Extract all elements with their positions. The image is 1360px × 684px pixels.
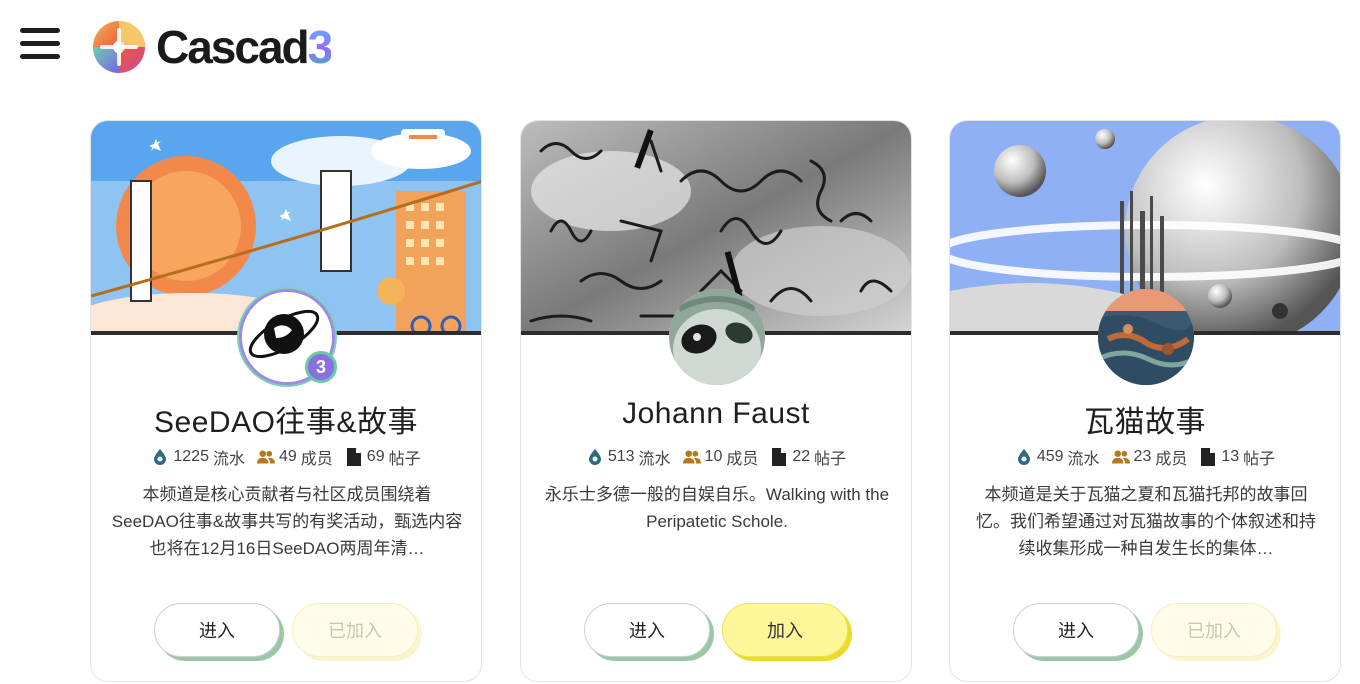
brand-logo[interactable]: Cascad3: [92, 18, 333, 76]
channel-title: SeeDAO往事&故事: [154, 406, 418, 439]
document-icon: [772, 448, 787, 466]
joined-button[interactable]: 已加入: [292, 603, 418, 657]
flow-stat: 459 流水: [1015, 445, 1100, 469]
card-actions: 进入 已加入: [91, 603, 481, 657]
brand-name: Cascad3: [156, 21, 333, 73]
posts-stat: 13 帖子: [1199, 445, 1275, 469]
channel-avatar: [1098, 289, 1194, 385]
cascad3-logo-icon: [93, 21, 145, 73]
channel-description: 本频道是核心贡献者与社区成员围绕着SeeDAO往事&故事共写的有奖活动，甄选内容…: [111, 485, 463, 558]
channel-description: 永乐士多德一般的自娱自乐。Walking with the Peripateti…: [544, 485, 890, 531]
joined-button[interactable]: 已加入: [1151, 603, 1277, 657]
join-button[interactable]: 加入: [722, 603, 848, 657]
channel-stats: 459 流水 23 成员 13 帖子: [950, 445, 1340, 469]
members-icon: [256, 450, 275, 464]
channel-card[interactable]: 瓦猫故事 459 流水 23 成员 13 帖子 本频道是关于瓦猫之夏和瓦猫托邦的故事回…: [949, 120, 1341, 682]
hamburger-menu-icon[interactable]: [20, 28, 62, 64]
members-stat: 23 成员: [1111, 445, 1187, 469]
flow-icon: [588, 449, 601, 465]
posts-stat: 22 帖子: [770, 445, 846, 469]
flow-icon: [154, 449, 167, 465]
channel-card[interactable]: 3 SeeDAO往事&故事 1225 流水 49 成员 69 帖子 本频道是核心贡献者…: [90, 120, 482, 682]
top-bar: Cascad3: [0, 0, 1360, 100]
flow-icon: [1017, 449, 1030, 465]
avatar-badge: 3: [305, 351, 337, 383]
document-icon: [1201, 448, 1216, 466]
channel-title: Johann Faust: [622, 397, 810, 430]
members-stat: 10 成员: [682, 445, 758, 469]
flow-stat: 513 流水: [586, 445, 671, 469]
enter-button[interactable]: 进入: [584, 603, 710, 657]
members-stat: 49 成员: [256, 445, 333, 469]
members-icon: [682, 450, 701, 464]
members-icon: [1111, 450, 1130, 464]
document-icon: [346, 448, 361, 466]
card-actions: 进入 加入: [521, 603, 911, 657]
channel-card[interactable]: Johann Faust 513 流水 10 成员 22 帖子 永乐士多德一般的自娱自…: [520, 120, 912, 682]
flow-stat: 1225 流水: [151, 445, 245, 469]
posts-stat: 69 帖子: [345, 445, 421, 469]
channel-avatar: [669, 289, 765, 385]
channel-description: 本频道是关于瓦猫之夏和瓦猫托邦的故事回忆。我们希望通过对瓦猫故事的个体叙述和持续…: [976, 485, 1316, 558]
enter-button[interactable]: 进入: [1013, 603, 1139, 657]
channel-stats: 513 流水 10 成员 22 帖子: [521, 445, 911, 469]
channel-stats: 1225 流水 49 成员 69 帖子: [91, 445, 481, 469]
card-actions: 进入 已加入: [950, 603, 1340, 657]
channel-title: 瓦猫故事: [1084, 406, 1206, 439]
enter-button[interactable]: 进入: [154, 603, 280, 657]
